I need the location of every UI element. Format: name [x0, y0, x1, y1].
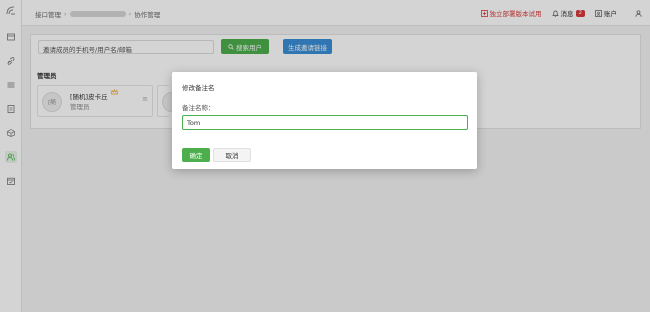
cancel-button[interactable]: 取消: [213, 148, 251, 162]
edit-remark-dialog: 修改备注名 备注名称： Tom 确定 取消: [172, 72, 477, 169]
confirm-button[interactable]: 确定: [182, 148, 210, 162]
remark-name-input[interactable]: Tom: [182, 115, 468, 130]
remark-name-label: 备注名称：: [182, 104, 215, 112]
dialog-title: 修改备注名: [182, 84, 215, 92]
